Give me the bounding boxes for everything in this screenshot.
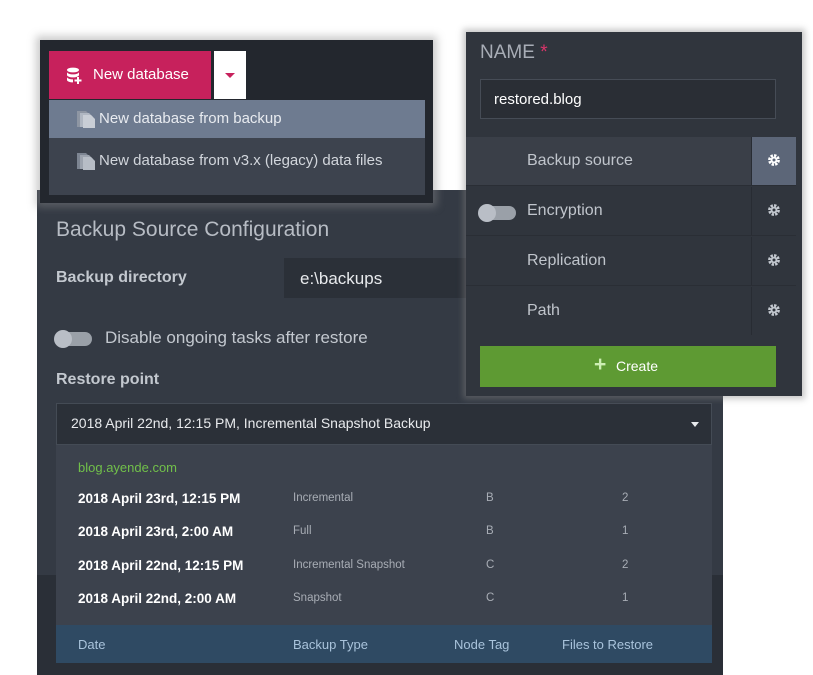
new-database-button[interactable]: New database bbox=[49, 51, 211, 99]
option-backup-type: Snapshot bbox=[293, 592, 342, 604]
option-date: 2018 April 22nd, 2:00 AM bbox=[78, 591, 237, 606]
column-header-backup-type: Backup Type bbox=[293, 637, 368, 652]
backup-directory-input[interactable]: e:\backups bbox=[284, 258, 484, 298]
option-replication[interactable]: Replication bbox=[466, 237, 796, 286]
option-date: 2018 April 23rd, 2:00 AM bbox=[78, 524, 234, 539]
new-database-menu-window: New database New database from backup Ne… bbox=[40, 40, 433, 203]
gear-icon bbox=[768, 304, 780, 316]
menu-item-new-database-from-backup[interactable]: New database from backup bbox=[49, 100, 425, 138]
new-database-label: New database bbox=[93, 66, 189, 83]
dropdown-column-headers: Date Backup Type Node Tag Files to Resto… bbox=[56, 625, 712, 663]
file-stack-icon bbox=[77, 153, 95, 170]
gear-icon bbox=[768, 154, 780, 166]
option-files-count: 1 bbox=[622, 592, 629, 604]
option-date: 2018 April 22nd, 12:15 PM bbox=[78, 558, 244, 573]
create-button-label: Create bbox=[616, 358, 659, 374]
gear-icon bbox=[768, 254, 780, 266]
encryption-toggle[interactable] bbox=[478, 204, 516, 222]
option-label: Encryption bbox=[527, 202, 603, 219]
option-backup-source[interactable]: Backup source bbox=[466, 137, 796, 186]
restore-point-option[interactable]: 2018 April 23rd, 2:00 AM Full B 1 bbox=[56, 518, 712, 548]
option-label: Path bbox=[527, 302, 560, 319]
section-title: Backup Source Configuration bbox=[56, 218, 330, 241]
new-database-dropdown-toggle[interactable] bbox=[214, 51, 246, 99]
column-header-files-to-restore: Files to Restore bbox=[562, 637, 654, 652]
menu-item-label: New database from backup bbox=[99, 110, 282, 127]
option-node-tag: C bbox=[486, 559, 495, 571]
restore-point-option[interactable]: 2018 April 23rd, 12:15 PM Incremental B … bbox=[56, 485, 712, 515]
dropdown-group-header: blog.ayende.com bbox=[78, 460, 178, 475]
option-node-tag: C bbox=[486, 592, 495, 604]
restore-point-label: Restore point bbox=[56, 371, 160, 388]
disable-ongoing-tasks-label: Disable ongoing tasks after restore bbox=[105, 328, 368, 347]
option-path[interactable]: Path bbox=[466, 287, 796, 336]
option-backup-type: Full bbox=[293, 525, 312, 537]
option-node-tag: B bbox=[486, 525, 494, 537]
create-database-panel: NAME * restored.blog Backup source Encry… bbox=[466, 32, 802, 396]
backup-source-settings-button[interactable] bbox=[751, 137, 796, 185]
menu-item-label: New database from v3.x (legacy) data fil… bbox=[99, 152, 383, 169]
disable-ongoing-tasks-toggle[interactable] bbox=[54, 330, 92, 348]
option-label: Replication bbox=[527, 252, 607, 269]
option-date: 2018 April 23rd, 12:15 PM bbox=[78, 491, 241, 506]
encryption-settings-button[interactable] bbox=[751, 187, 796, 235]
restore-point-option[interactable]: 2018 April 22nd, 2:00 AM Snapshot C 1 bbox=[56, 585, 712, 615]
column-header-node-tag: Node Tag bbox=[454, 637, 510, 652]
file-stack-icon bbox=[77, 111, 95, 128]
option-files-count: 2 bbox=[622, 559, 629, 571]
name-label: NAME * bbox=[480, 42, 548, 64]
option-backup-type: Incremental bbox=[293, 492, 354, 504]
caret-down-icon bbox=[225, 73, 235, 78]
option-files-count: 2 bbox=[622, 492, 629, 504]
option-encryption[interactable]: Encryption bbox=[466, 187, 796, 236]
database-name-input[interactable]: restored.blog bbox=[480, 79, 776, 119]
name-label-text: NAME bbox=[480, 42, 535, 63]
column-header-date: Date bbox=[78, 637, 106, 652]
replication-settings-button[interactable] bbox=[751, 237, 796, 285]
new-database-dropdown-menu: New database from backup New database fr… bbox=[49, 100, 425, 195]
database-add-icon bbox=[67, 67, 82, 84]
option-node-tag: B bbox=[486, 492, 494, 504]
create-button[interactable]: + Create bbox=[480, 346, 776, 387]
toggle-knob bbox=[478, 204, 496, 222]
option-files-count: 1 bbox=[622, 525, 629, 537]
restore-point-select[interactable]: 2018 April 22nd, 12:15 PM, Incremental S… bbox=[56, 403, 712, 445]
menu-item-new-database-from-legacy[interactable]: New database from v3.x (legacy) data fil… bbox=[49, 142, 425, 180]
restore-point-option[interactable]: 2018 April 22nd, 12:15 PM Incremental Sn… bbox=[56, 552, 712, 582]
path-settings-button[interactable] bbox=[751, 287, 796, 335]
backup-directory-label: Backup directory bbox=[56, 269, 187, 286]
option-backup-type: Incremental Snapshot bbox=[293, 559, 405, 571]
restore-point-dropdown: blog.ayende.com 2018 April 23rd, 12:15 P… bbox=[56, 445, 712, 663]
caret-down-icon bbox=[691, 422, 699, 427]
required-asterisk: * bbox=[540, 42, 548, 63]
option-label: Backup source bbox=[527, 152, 633, 169]
plus-icon: + bbox=[594, 353, 607, 376]
restore-point-selected-value: 2018 April 22nd, 12:15 PM, Incremental S… bbox=[71, 415, 431, 431]
toggle-knob bbox=[54, 330, 72, 348]
gear-icon bbox=[768, 204, 780, 216]
